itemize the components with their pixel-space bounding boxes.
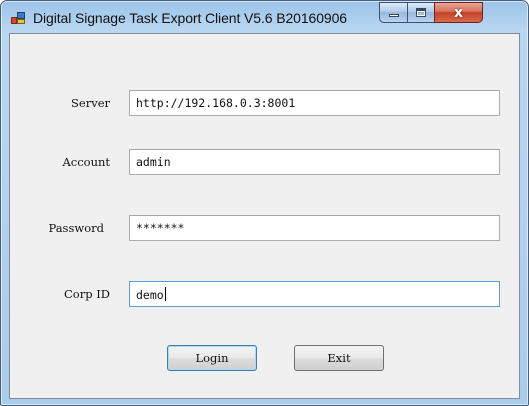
maximize-button[interactable] <box>407 2 434 23</box>
corp-id-value: demo <box>136 288 164 302</box>
login-button[interactable]: Login <box>167 345 257 371</box>
password-label: Password <box>48 221 104 235</box>
window-title: Digital Signage Task Export Client V5.6 … <box>33 10 347 26</box>
account-input[interactable]: admin <box>129 149 500 175</box>
corp-id-input[interactable]: demo <box>129 281 500 307</box>
form-panel: Server http://192.168.0.3:8001 Account a… <box>9 33 520 399</box>
close-button[interactable]: x <box>434 2 483 23</box>
app-windows-icon[interactable] <box>11 12 25 25</box>
minimize-button[interactable] <box>379 2 407 23</box>
maximize-icon <box>416 8 426 17</box>
title-bar[interactable]: Digital Signage Task Export Client V5.6 … <box>1 1 528 33</box>
app-window: Digital Signage Task Export Client V5.6 … <box>0 0 529 406</box>
server-input[interactable]: http://192.168.0.3:8001 <box>129 90 500 116</box>
server-label: Server <box>71 96 110 110</box>
corp-id-label: Corp ID <box>64 287 110 301</box>
close-icon: x <box>453 4 464 21</box>
text-caret <box>164 287 166 301</box>
password-input[interactable]: ******* <box>129 215 500 241</box>
minimize-icon <box>388 14 399 17</box>
account-label: Account <box>62 155 110 169</box>
caption-buttons: x <box>379 2 483 23</box>
exit-button[interactable]: Exit <box>294 345 384 371</box>
